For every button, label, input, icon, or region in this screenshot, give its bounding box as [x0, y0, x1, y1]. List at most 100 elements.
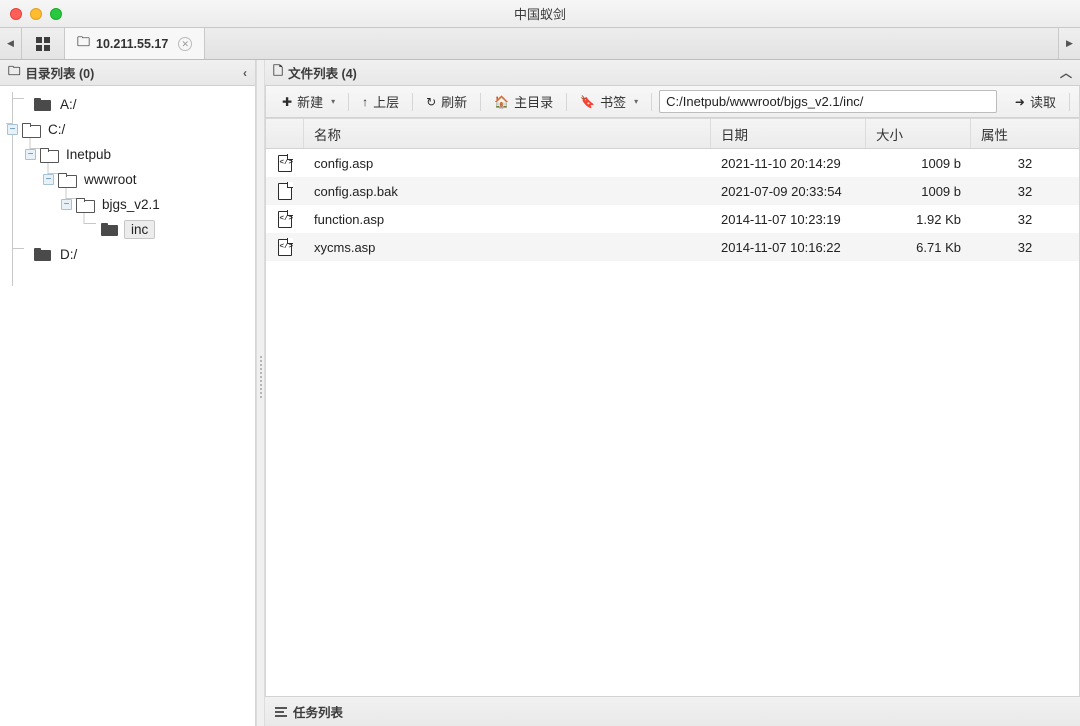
file-table-header: 名称 日期 大小 属性: [266, 119, 1079, 149]
code-file-icon: </>: [278, 153, 293, 172]
folder-open-icon: [76, 198, 95, 213]
panel-splitter-bottom[interactable]: [256, 696, 265, 726]
expander-icon: [86, 224, 97, 235]
toolbar-separator: [566, 92, 568, 111]
table-row[interactable]: </> config.asp 2021-11-10 20:14:29 1009 …: [266, 149, 1079, 177]
tree-node-label: Inetpub: [66, 147, 112, 162]
column-header-icon[interactable]: [266, 119, 304, 148]
document-icon: 🗋: [273, 64, 284, 78]
toolbar-separator: [412, 92, 414, 111]
tree-node-c[interactable]: − C:/: [0, 117, 255, 142]
window-title: 中国蚁剑: [513, 7, 566, 22]
tree-node-label: C:/: [48, 122, 66, 137]
chevron-right-icon: ▶: [1066, 38, 1073, 48]
file-date-cell: 2014-11-07 10:23:19: [721, 211, 841, 227]
expander-collapse-icon[interactable]: −: [61, 199, 72, 210]
collapse-file-panel-button[interactable]: ︿: [1060, 64, 1072, 81]
new-button[interactable]: ✚ 新建 ▾: [272, 90, 345, 114]
tree-node-inetpub[interactable]: − Inetpub: [0, 142, 255, 167]
bottom-bar: 任务列表: [0, 696, 1080, 726]
toolbar-separator: [651, 92, 653, 111]
zoom-window-button[interactable]: [50, 7, 62, 20]
tab-scroll-right-button[interactable]: ▶: [1058, 28, 1080, 59]
file-name-cell: function.asp: [314, 211, 385, 227]
code-file-icon: </>: [278, 209, 293, 228]
expander-collapse-icon[interactable]: −: [25, 149, 36, 160]
chevron-left-icon: ◀: [7, 38, 14, 48]
tab-scroll-left-button[interactable]: ◀: [0, 28, 22, 59]
table-row[interactable]: </> function.asp 2014-11-07 10:23:19 1.9…: [266, 205, 1079, 233]
bookmark-button-label: 书签: [600, 95, 627, 110]
expander-collapse-icon[interactable]: −: [43, 174, 54, 185]
file-table-body: </> config.asp 2021-11-10 20:14:29 1009 …: [266, 149, 1079, 696]
directory-panel: 🗀 目录列表 (0) ‹ A:/ − C:/ − Inetpub − wwwro…: [0, 60, 256, 696]
folder-closed-icon: [101, 223, 118, 236]
task-list-label: 任务列表: [293, 706, 344, 720]
file-size-cell: 1009 b: [921, 155, 961, 171]
toolbar-separator: [480, 92, 482, 111]
table-row[interactable]: </> xycms.asp 2014-11-07 10:16:22 6.71 K…: [266, 233, 1079, 261]
main-body: 🗀 目录列表 (0) ‹ A:/ − C:/ − Inetpub − wwwro…: [0, 60, 1080, 696]
app-window: 中国蚁剑 ◀ 🗀 10.211.55.17 ✕ ▶ 🗀 目录列表 (0) ‹ A…: [0, 0, 1080, 726]
column-header-size[interactable]: 大小: [866, 119, 971, 148]
list-icon: [275, 706, 287, 717]
plus-circle-icon: ✚: [282, 94, 293, 109]
refresh-button[interactable]: ↻ 刷新: [416, 90, 477, 114]
file-icon-cell: </>: [266, 209, 304, 228]
minimize-window-button[interactable]: [30, 7, 42, 20]
bookmark-button[interactable]: 🔖 书签 ▾: [570, 90, 648, 114]
file-size-cell: 6.71 Kb: [916, 239, 961, 255]
file-size-cell: 1.92 Kb: [916, 211, 961, 227]
tree-node-inc[interactable]: inc: [0, 217, 255, 242]
toolbar-separator: [1069, 92, 1070, 111]
panel-splitter[interactable]: [256, 60, 265, 696]
directory-panel-title: 目录列表 (0): [25, 67, 95, 81]
chevron-down-icon[interactable]: ▾: [331, 97, 335, 106]
tree-node-d[interactable]: D:/: [0, 242, 255, 267]
tree-node-wwwroot[interactable]: − wwwroot: [0, 167, 255, 192]
plain-file-icon: [278, 181, 293, 200]
file-icon-cell: </>: [266, 237, 304, 256]
column-header-attr[interactable]: 属性: [971, 119, 1079, 148]
directory-tree[interactable]: A:/ − C:/ − Inetpub − wwwroot − bjgs_v2.…: [0, 86, 255, 696]
up-directory-button[interactable]: ↑ 上层: [352, 90, 409, 114]
read-directory-button[interactable]: ➜ 读取: [1005, 90, 1066, 114]
table-row[interactable]: config.asp.bak 2021-07-09 20:33:54 1009 …: [266, 177, 1079, 205]
file-date-cell: 2021-07-09 20:33:54: [721, 183, 842, 199]
task-list-bar[interactable]: 任务列表: [265, 696, 1080, 726]
folder-open-icon: [40, 148, 59, 163]
folder-open-icon: [22, 123, 41, 138]
tree-node-a[interactable]: A:/: [0, 92, 255, 117]
file-panel-title: 文件列表 (4): [288, 67, 357, 81]
chevron-down-icon[interactable]: ▾: [634, 97, 638, 106]
folder-open-icon: [58, 173, 77, 188]
tab-label: 10.211.55.17: [96, 36, 169, 51]
path-input[interactable]: C:/Inetpub/wwwroot/bjgs_v2.1/inc/: [659, 90, 997, 113]
tree-node-label: wwwroot: [84, 172, 137, 187]
new-button-label: 新建: [297, 95, 324, 110]
close-window-button[interactable]: [10, 7, 22, 20]
column-header-name[interactable]: 名称: [304, 119, 711, 148]
tab-host-0[interactable]: 🗀 10.211.55.17 ✕: [65, 28, 206, 59]
file-size-cell: 1009 b: [921, 183, 961, 199]
window-controls: [0, 7, 62, 20]
directory-panel-header: 🗀 目录列表 (0) ‹: [0, 60, 255, 86]
tree-node-bjgs[interactable]: − bjgs_v2.1: [0, 192, 255, 217]
folder-outline-icon: 🗀: [8, 64, 21, 78]
file-name-cell: xycms.asp: [314, 239, 376, 255]
home-directory-button[interactable]: 🏠 主目录: [484, 90, 563, 114]
expander-collapse-icon[interactable]: −: [7, 124, 18, 135]
title-bar: 中国蚁剑: [0, 0, 1080, 28]
refresh-button-label: 刷新: [441, 95, 468, 110]
column-header-date[interactable]: 日期: [711, 119, 866, 148]
file-toolbar: ✚ 新建 ▾ ↑ 上层 ↻ 刷新 🏠 主目录 🔖 书签 ▾ C:/Inetpub…: [266, 86, 1079, 118]
file-attr-cell: 32: [1017, 155, 1033, 171]
collapse-directory-panel-button[interactable]: ‹: [243, 66, 247, 80]
tab-close-icon[interactable]: ✕: [178, 36, 193, 51]
tab-grid-view[interactable]: [22, 28, 65, 59]
folder-closed-icon: [34, 98, 51, 111]
toolbar-separator: [348, 92, 350, 111]
folder-icon: 🗀: [77, 33, 91, 49]
tree-node-label: A:/: [60, 97, 77, 112]
file-attr-cell: 32: [1017, 239, 1033, 255]
